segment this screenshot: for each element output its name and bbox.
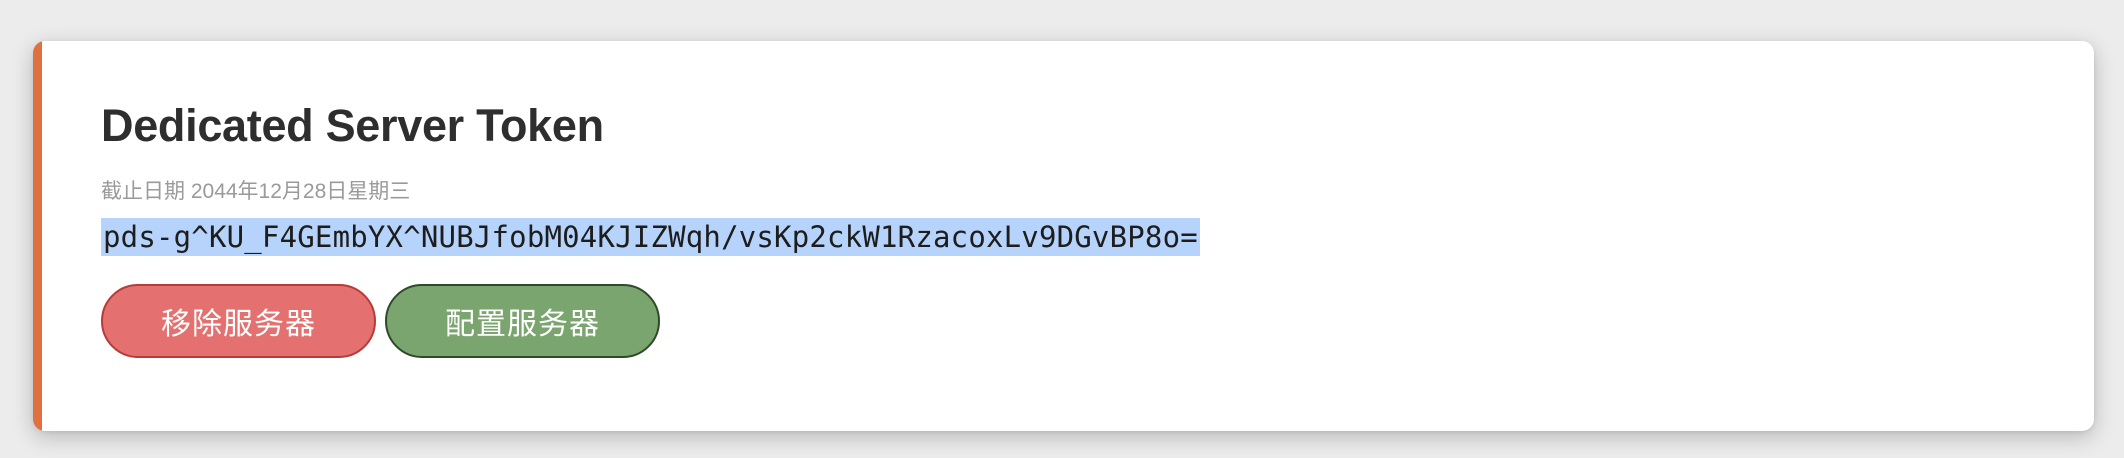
expiry-date: 截止日期 2044年12月28日星期三: [101, 179, 411, 203]
server-token-card: Dedicated Server Token 截止日期 2044年12月28日星…: [33, 41, 2094, 431]
token-text[interactable]: pds-g^KU_F4GEmbYX^NUBJfobM04KJIZWqh/vsKp…: [101, 217, 1200, 256]
token-row: pds-g^KU_F4GEmbYX^NUBJfobM04KJIZWqh/vsKp…: [101, 217, 2054, 256]
configure-server-button[interactable]: 配置服务器: [385, 283, 660, 358]
remove-server-button[interactable]: 移除服务器: [101, 283, 376, 358]
card-accent-bar: [33, 41, 42, 431]
card-title: Dedicated Server Token: [101, 100, 604, 151]
page: Dedicated Server Token 截止日期 2044年12月28日星…: [0, 0, 2124, 458]
action-buttons: 移除服务器 配置服务器: [101, 283, 2054, 358]
card-content: Dedicated Server Token 截止日期 2044年12月28日星…: [101, 101, 2054, 358]
